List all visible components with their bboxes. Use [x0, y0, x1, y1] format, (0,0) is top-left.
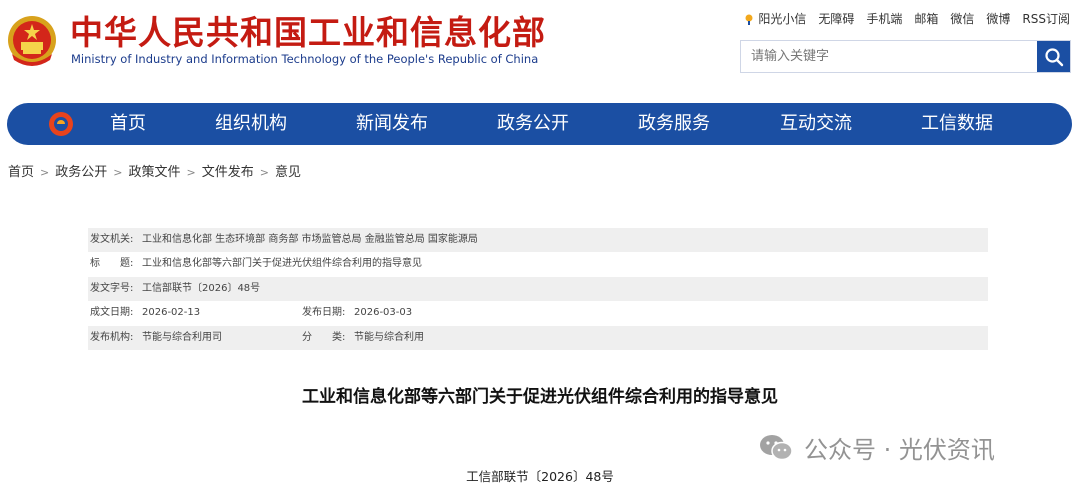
search-button[interactable] [1037, 41, 1070, 72]
breadcrumb-doc-release[interactable]: 文件发布 [202, 165, 254, 180]
top-link-accessibility[interactable]: 无障碍 [818, 10, 854, 27]
top-link-sunshine[interactable]: 阳光小信 [758, 10, 806, 27]
top-link-email[interactable]: 邮箱 [914, 10, 938, 27]
site-title: 中华人民共和国工业和信息化部 [70, 13, 546, 52]
chevron-right-icon: > [259, 166, 269, 179]
top-link-weibo[interactable]: 微博 [986, 10, 1010, 27]
published-date-label: 发布日期: [302, 307, 346, 319]
document-info-table: 发文机关: 工业和信息化部 生态环境部 商务部 市场监管总局 金融监管总局 国家… [88, 228, 988, 350]
top-link-rss[interactable]: RSS订阅 [1022, 10, 1070, 27]
search-icon [1044, 47, 1063, 66]
nav-item-gov-affairs[interactable]: 政务公开 [497, 103, 569, 145]
docno-label: 发文字号: [90, 282, 134, 294]
breadcrumb-gov-affairs[interactable]: 政务公开 [55, 165, 107, 180]
title-label: 标 题: [90, 258, 134, 270]
sun-icon [743, 13, 755, 25]
chevron-right-icon: > [113, 166, 123, 179]
search-input[interactable] [741, 41, 1035, 72]
breadcrumb-policy-docs[interactable]: 政策文件 [128, 165, 180, 180]
created-date-value: 2026-02-13 [142, 307, 201, 319]
wechat-icon [760, 434, 793, 460]
category-label: 分 类: [302, 331, 346, 343]
docno-value: 工信部联节〔2026〕48号 [142, 282, 261, 294]
watermark: 公众号 · 光伏资讯 [758, 430, 995, 465]
document-title: 工业和信息化部等六部门关于促进光伏组件综合利用的指导意见 [302, 387, 778, 407]
issuer-label: 发文机关: [90, 234, 134, 245]
info-row-title: 标 题: 工业和信息化部等六部门关于促进光伏组件综合利用的指导意见 [88, 252, 988, 276]
breadcrumb-home[interactable]: 首页 [8, 165, 34, 180]
miit-logo-icon [47, 110, 75, 138]
top-link-mobile[interactable]: 手机端 [866, 10, 902, 27]
chevron-right-icon: > [186, 166, 196, 179]
info-row-docno: 发文字号: 工信部联节〔2026〕48号 [88, 276, 988, 302]
org-value: 节能与综合利用司 [142, 331, 222, 343]
org-label: 发布机构: [90, 331, 134, 343]
search-box [740, 40, 1071, 73]
info-row-dates: 成文日期: 2026-02-13 发布日期: 2026-03-03 [88, 301, 988, 325]
nav-item-gov-services[interactable]: 政务服务 [638, 103, 710, 145]
breadcrumb: 首页 > 政务公开 > 政策文件 > 文件发布 > 意见 [8, 161, 301, 180]
document-number: 工信部联节〔2026〕48号 [466, 469, 614, 484]
nav-item-home[interactable]: 首页 [110, 103, 146, 145]
nav-item-organization[interactable]: 组织机构 [215, 103, 287, 145]
top-link-wechat[interactable]: 微信 [950, 10, 974, 27]
main-nav: 首页 组织机构 新闻发布 政务公开 政务服务 互动交流 工信数据 [7, 103, 1072, 145]
chevron-right-icon: > [40, 166, 50, 179]
category-value: 节能与综合利用 [354, 331, 424, 343]
nav-item-data[interactable]: 工信数据 [921, 103, 993, 145]
info-row-issuer: 发文机关: 工业和信息化部 生态环境部 商务部 市场监管总局 金融监管总局 国家… [88, 228, 988, 253]
top-links: 阳光小信 无障碍 手机端 邮箱 微信 微博 RSS订阅 [743, 10, 1070, 27]
title-value: 工业和信息化部等六部门关于促进光伏组件综合利用的指导意见 [142, 258, 422, 270]
issuer-value: 工业和信息化部 生态环境部 商务部 市场监管总局 金融监管总局 国家能源局 [142, 234, 478, 245]
site-subtitle: Ministry of Industry and Information Tec… [71, 52, 539, 66]
created-date-label: 成文日期: [90, 307, 134, 319]
info-row-org: 发布机构: 节能与综合利用司 分 类: 节能与综合利用 [88, 325, 988, 350]
nav-item-interaction[interactable]: 互动交流 [780, 103, 852, 145]
nav-item-news[interactable]: 新闻发布 [356, 103, 428, 145]
watermark-text: 公众号 · 光伏资讯 [804, 436, 995, 464]
breadcrumb-opinion[interactable]: 意见 [275, 165, 301, 180]
national-emblem-icon [6, 14, 58, 68]
published-date-value: 2026-03-03 [354, 307, 413, 319]
